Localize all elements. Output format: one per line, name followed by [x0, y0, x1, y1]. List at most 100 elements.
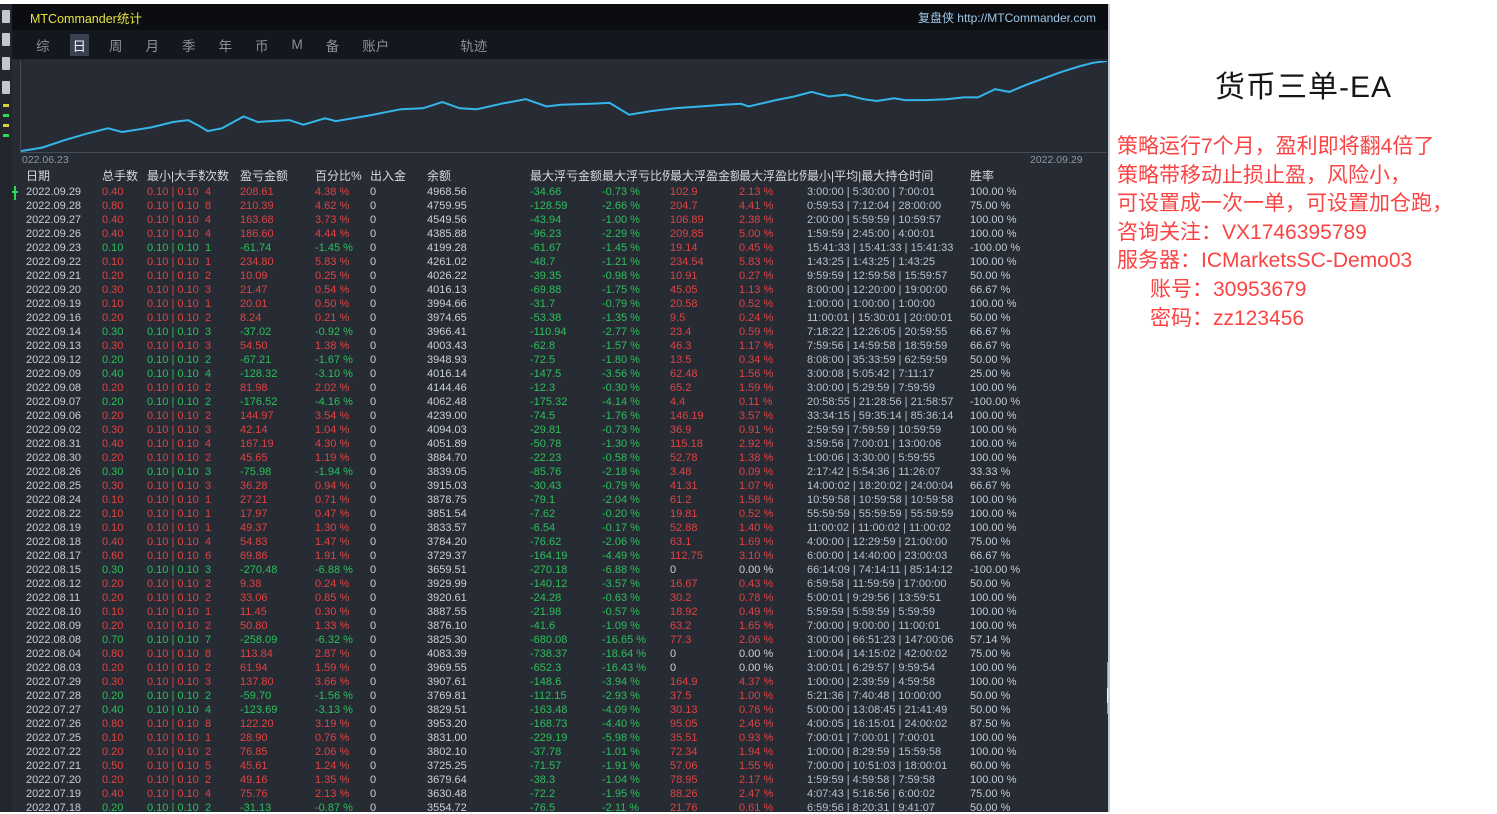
- table-row[interactable]: 2022.07.200.200.10 | 0.10249.161.35 %036…: [12, 773, 1108, 787]
- column-header-12[interactable]: 最小|平均|最大持仓时间: [807, 168, 970, 185]
- table-row[interactable]: 2022.09.230.100.10 | 0.101-61.74-1.45 %0…: [12, 241, 1108, 255]
- table-row[interactable]: 2022.07.270.400.10 | 0.104-123.69-3.13 %…: [12, 703, 1108, 717]
- cell-8: -22.23: [530, 451, 602, 465]
- cell-13: 100.00 %: [970, 213, 1108, 227]
- menu-item-年[interactable]: 年: [216, 34, 236, 56]
- cell-2: 0.10 | 0.10: [147, 801, 205, 812]
- table-row[interactable]: 2022.07.290.300.10 | 0.103137.803.66 %03…: [12, 675, 1108, 689]
- column-header-5[interactable]: 百分比%: [315, 168, 370, 185]
- cell-9: -1.75 %: [602, 283, 670, 297]
- cell-8: -41.6: [530, 619, 602, 633]
- table-row[interactable]: 2022.09.210.200.10 | 0.10210.090.25 %040…: [12, 269, 1108, 283]
- table-row[interactable]: 2022.07.260.800.10 | 0.108122.203.19 %03…: [12, 717, 1108, 731]
- column-header-1[interactable]: 总手数: [102, 168, 147, 185]
- table-row[interactable]: 2022.08.310.400.10 | 0.104167.194.30 %04…: [12, 437, 1108, 451]
- table-row[interactable]: 2022.09.290.400.10 | 0.104208.614.38 %04…: [12, 185, 1108, 199]
- table-row[interactable]: 2022.07.220.200.10 | 0.10276.852.06 %038…: [12, 745, 1108, 759]
- cell-7: 3929.99: [427, 577, 530, 591]
- table-row[interactable]: 2022.08.190.100.10 | 0.10149.371.30 %038…: [12, 521, 1108, 535]
- table-row[interactable]: 2022.08.220.100.10 | 0.10117.970.47 %038…: [12, 507, 1108, 521]
- table-row[interactable]: 2022.08.030.200.10 | 0.10261.941.59 %039…: [12, 661, 1108, 675]
- table-row[interactable]: 2022.09.260.400.10 | 0.104186.604.44 %04…: [12, 227, 1108, 241]
- cell-13: 100.00 %: [970, 773, 1108, 787]
- table-row[interactable]: 2022.08.300.200.10 | 0.10245.651.19 %038…: [12, 451, 1108, 465]
- cell-6: 0: [370, 311, 427, 325]
- column-header-10[interactable]: 最大浮盈金额: [670, 168, 739, 185]
- table-row[interactable]: 2022.08.260.300.10 | 0.103-75.98-1.94 %0…: [12, 465, 1108, 479]
- cell-11: 1.56 %: [739, 367, 807, 381]
- cell-7: 4261.02: [427, 255, 530, 269]
- column-header-11[interactable]: 最大浮盈比例: [739, 168, 807, 185]
- table-row[interactable]: 2022.08.090.200.10 | 0.10250.801.33 %038…: [12, 619, 1108, 633]
- cell-7: 3833.57: [427, 521, 530, 535]
- cell-3: 2: [205, 801, 240, 812]
- table-row[interactable]: 2022.09.080.200.10 | 0.10281.982.02 %041…: [12, 381, 1108, 395]
- menu-item-币[interactable]: 币: [252, 34, 272, 56]
- menu-item-备[interactable]: 备: [323, 34, 343, 56]
- table-row[interactable]: 2022.08.040.800.10 | 0.108113.842.87 %04…: [12, 647, 1108, 661]
- table-row[interactable]: 2022.08.120.200.10 | 0.1029.380.24 %0392…: [12, 577, 1108, 591]
- column-header-8[interactable]: 最大浮亏金额: [530, 168, 602, 185]
- table-row[interactable]: 2022.09.270.400.10 | 0.104163.683.73 %04…: [12, 213, 1108, 227]
- table-row[interactable]: 2022.07.210.500.10 | 0.10545.611.24 %037…: [12, 759, 1108, 773]
- column-header-2[interactable]: 最小|大手数: [147, 168, 205, 185]
- table-row[interactable]: 2022.09.090.400.10 | 0.104-128.32-3.10 %…: [12, 367, 1108, 381]
- table-row[interactable]: 2022.08.180.400.10 | 0.10454.831.47 %037…: [12, 535, 1108, 549]
- column-header-6[interactable]: 出入金: [370, 168, 427, 185]
- column-header-0[interactable]: 日期: [26, 168, 102, 185]
- cell-10: 52.78: [670, 451, 739, 465]
- cell-2: 0.10 | 0.10: [147, 633, 205, 647]
- brand-link[interactable]: 复盘侠 http://MTCommander.com: [918, 9, 1096, 26]
- table-row[interactable]: 2022.07.190.400.10 | 0.10475.762.13 %036…: [12, 787, 1108, 801]
- table-row[interactable]: 2022.09.200.300.10 | 0.10321.470.54 %040…: [12, 283, 1108, 297]
- cell-7: 4199.28: [427, 241, 530, 255]
- menu-item-账户[interactable]: 账户: [359, 34, 392, 56]
- table-row[interactable]: 2022.09.280.800.10 | 0.108210.394.62 %04…: [12, 199, 1108, 213]
- menu-item-日[interactable]: 日: [70, 34, 90, 56]
- cell-1: 0.40: [102, 535, 147, 549]
- menu-item-轨迹[interactable]: 轨迹: [457, 34, 490, 56]
- menu-item-M[interactable]: M: [289, 36, 306, 53]
- column-header-13[interactable]: 胜率: [970, 168, 1108, 185]
- table-row[interactable]: 2022.08.250.300.10 | 0.10336.280.94 %039…: [12, 479, 1108, 493]
- table-row[interactable]: 2022.09.070.200.10 | 0.102-176.52-4.16 %…: [12, 395, 1108, 409]
- cell-12: 0:59:53 | 7:12:04 | 28:00:00: [807, 199, 970, 213]
- table-row[interactable]: 2022.09.020.300.10 | 0.10342.141.04 %040…: [12, 423, 1108, 437]
- table-row[interactable]: 2022.09.220.100.10 | 0.101234.805.83 %04…: [12, 255, 1108, 269]
- menu-item-周[interactable]: 周: [106, 34, 126, 56]
- cell-5: 3.54 %: [315, 409, 370, 423]
- column-header-9[interactable]: 最大浮亏比例: [602, 168, 670, 185]
- table-row[interactable]: 2022.08.080.700.10 | 0.107-258.09-6.32 %…: [12, 633, 1108, 647]
- table-row[interactable]: 2022.08.150.300.10 | 0.103-270.48-6.88 %…: [12, 563, 1108, 577]
- cell-0: 2022.08.11: [26, 591, 102, 605]
- menu-item-综[interactable]: 综: [33, 34, 53, 56]
- table-row[interactable]: 2022.09.140.300.10 | 0.103-37.02-0.92 %0…: [12, 325, 1108, 339]
- ea-description: 策略运行7个月，盈利即将翻4倍了策略带移动止损止盈，风险小，可设置成一次一单，可…: [1110, 133, 1497, 333]
- menu-item-月[interactable]: 月: [143, 34, 163, 56]
- table-row[interactable]: 2022.09.060.200.10 | 0.102144.973.54 %04…: [12, 409, 1108, 423]
- column-header-3[interactable]: 次数: [205, 168, 240, 185]
- table-row[interactable]: 2022.08.170.600.10 | 0.10669.861.91 %037…: [12, 549, 1108, 563]
- cell-13: 50.00 %: [970, 801, 1108, 812]
- table-row[interactable]: 2022.08.110.200.10 | 0.10233.060.85 %039…: [12, 591, 1108, 605]
- table-row[interactable]: 2022.09.160.200.10 | 0.1028.240.21 %0397…: [12, 311, 1108, 325]
- cell-12: 6:59:56 | 8:20:31 | 9:41:07: [807, 801, 970, 812]
- table-row[interactable]: 2022.07.280.200.10 | 0.102-59.70-1.56 %0…: [12, 689, 1108, 703]
- cell-7: 3953.20: [427, 717, 530, 731]
- table-row[interactable]: 2022.08.100.100.10 | 0.10111.450.30 %038…: [12, 605, 1108, 619]
- menu-item-季[interactable]: 季: [179, 34, 199, 56]
- cell-0: 2022.09.07: [26, 395, 102, 409]
- table-row[interactable]: 2022.09.130.300.10 | 0.10354.501.38 %040…: [12, 339, 1108, 353]
- table-row[interactable]: 2022.09.120.200.10 | 0.102-67.21-1.67 %0…: [12, 353, 1108, 367]
- cell-9: -2.77 %: [602, 325, 670, 339]
- cell-3: 2: [205, 661, 240, 675]
- column-header-7[interactable]: 余额: [427, 168, 530, 185]
- cell-13: 100.00 %: [970, 409, 1108, 423]
- cell-13: 100.00 %: [970, 745, 1108, 759]
- table-row[interactable]: 2022.09.190.100.10 | 0.10120.010.50 %039…: [12, 297, 1108, 311]
- table-row[interactable]: 2022.07.250.100.10 | 0.10128.900.76 %038…: [12, 731, 1108, 745]
- cell-2: 0.10 | 0.10: [147, 255, 205, 269]
- table-row[interactable]: 2022.08.240.100.10 | 0.10127.210.71 %038…: [12, 493, 1108, 507]
- column-header-4[interactable]: 盈亏金额: [240, 168, 315, 185]
- table-row[interactable]: 2022.07.180.200.10 | 0.102-31.13-0.87 %0…: [12, 801, 1108, 812]
